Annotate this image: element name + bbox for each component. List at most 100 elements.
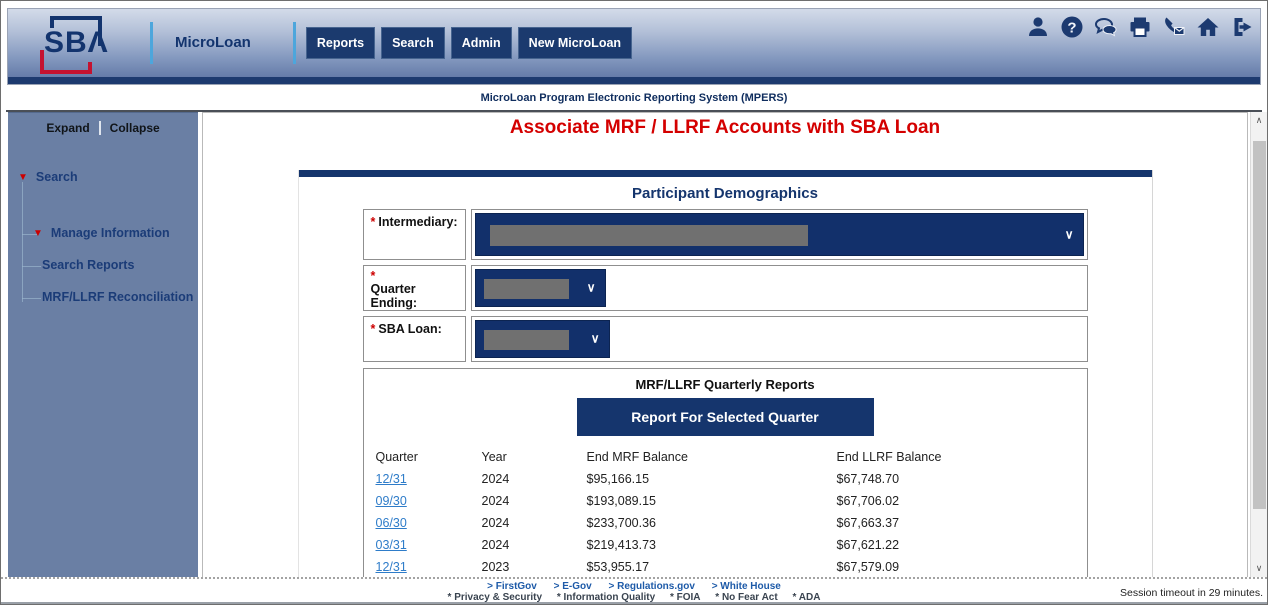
brand-divider: [150, 22, 153, 64]
sidebar-item-label[interactable]: MRF/LLRF Reconciliation: [42, 290, 193, 304]
quarter-ending-label-cell: *Quarter Ending:: [363, 265, 466, 311]
tree-expanded-icon[interactable]: ▼: [18, 172, 28, 183]
phone-icon[interactable]: [1161, 14, 1186, 39]
quarter-link[interactable]: 09/30: [376, 494, 407, 508]
col-header-quarter: Quarter: [376, 450, 482, 464]
nav-new-microloan-button[interactable]: New MicroLoan: [518, 27, 632, 59]
col-header-end-llrf-balance: End LLRF Balance: [837, 450, 1087, 464]
quarter-link[interactable]: 12/31: [376, 560, 407, 574]
quarter-ending-select[interactable]: ∨: [475, 269, 606, 307]
print-icon[interactable]: [1127, 14, 1152, 39]
form-row-quarter-ending: *Quarter Ending: ∨: [363, 265, 1088, 311]
nav-reports-button[interactable]: Reports: [306, 27, 375, 59]
scroll-up-arrow[interactable]: ∧: [1251, 112, 1268, 129]
footer: > FirstGov > E-Gov > Regulations.gov > W…: [1, 577, 1267, 604]
mrf-balance-cell: $53,955.17: [587, 560, 837, 574]
home-icon[interactable]: [1195, 14, 1220, 39]
scroll-down-arrow[interactable]: ∨: [1251, 560, 1268, 577]
table-header-row: Quarter Year End MRF Balance End LLRF Ba…: [364, 446, 1087, 468]
privacy-security-link[interactable]: * Privacy & Security: [448, 592, 543, 603]
sba-logo-text: SBΛ: [44, 26, 109, 60]
chat-icon[interactable]: [1093, 14, 1118, 39]
year-cell: 2024: [482, 472, 587, 486]
content-region: Expand Collapse ▼ Search ▼ Manage Inform…: [1, 112, 1267, 577]
quarter-ending-label: Quarter Ending:: [371, 282, 418, 310]
no-fear-act-link[interactable]: * No Fear Act: [715, 592, 777, 603]
egov-link[interactable]: > E-Gov: [554, 581, 592, 592]
llrf-balance-cell: $67,579.09: [837, 560, 1087, 574]
quarter-link[interactable]: 12/31: [376, 472, 407, 486]
header-nav: Reports Search Admin New MicroLoan: [306, 27, 632, 59]
chevron-down-icon: ∨: [1065, 227, 1074, 241]
sidebar-item-label[interactable]: Manage Information: [51, 226, 170, 240]
required-marker: *: [371, 215, 376, 229]
footer-policy-links: * Privacy & Security * Information Quali…: [1, 592, 1267, 603]
sidebar-item-search[interactable]: ▼ Search: [18, 170, 78, 184]
llrf-balance-cell: $67,748.70: [837, 472, 1087, 486]
redacted-value: [484, 330, 569, 350]
tree-connector: [22, 182, 23, 302]
nav-search-button[interactable]: Search: [381, 27, 445, 59]
report-for-selected-quarter-button[interactable]: Report For Selected Quarter: [577, 398, 874, 436]
intermediary-label-cell: *Intermediary:: [363, 209, 466, 260]
sidebar-item-search-reports[interactable]: Search Reports: [42, 258, 134, 272]
quarterly-reports-table: Quarter Year End MRF Balance End LLRF Ba…: [364, 446, 1087, 577]
mrf-balance-cell: $193,089.15: [587, 494, 837, 508]
form-row-sba-loan: *SBA Loan: ∨: [363, 316, 1088, 362]
form-row-intermediary: *Intermediary: ∨: [363, 209, 1088, 260]
sidebar-item-manage-information[interactable]: ▼ Manage Information: [33, 226, 170, 240]
logout-icon[interactable]: [1229, 14, 1254, 39]
scrollbar-thumb[interactable]: [1253, 141, 1266, 509]
intermediary-label: Intermediary:: [378, 215, 457, 229]
sba-loan-label: SBA Loan:: [378, 322, 441, 336]
app-title-strip: MicroLoan Program Electronic Reporting S…: [1, 85, 1267, 110]
sidebar-item-label[interactable]: Search Reports: [42, 258, 134, 272]
ada-link[interactable]: * ADA: [792, 592, 820, 603]
sba-loan-label-cell: *SBA Loan:: [363, 316, 466, 362]
llrf-balance-cell: $67,663.37: [837, 516, 1087, 530]
foia-link[interactable]: * FOIA: [670, 592, 701, 603]
quarterly-reports-box: MRF/LLRF Quarterly Reports Report For Se…: [363, 368, 1088, 577]
app-title: MicroLoan Program Electronic Reporting S…: [481, 92, 788, 104]
year-cell: 2024: [482, 538, 587, 552]
quarter-link[interactable]: 03/31: [376, 538, 407, 552]
page-title: Associate MRF / LLRF Accounts with SBA L…: [203, 117, 1247, 139]
vertical-scrollbar[interactable]: ∧ ∨: [1250, 112, 1267, 577]
form-area: *Intermediary: ∨ *Quarter Ending:: [363, 209, 1088, 362]
tree-expanded-icon[interactable]: ▼: [33, 228, 43, 239]
redacted-value: [490, 225, 808, 246]
mrf-balance-cell: $233,700.36: [587, 516, 837, 530]
participant-demographics-panel: Participant Demographics *Intermediary: …: [298, 170, 1153, 577]
quarter-link[interactable]: 06/30: [376, 516, 407, 530]
session-timeout-message: Session timeout in 29 minutes.: [1120, 587, 1263, 599]
llrf-balance-cell: $67,706.02: [837, 494, 1087, 508]
expand-link[interactable]: Expand: [37, 121, 98, 135]
collapse-link[interactable]: Collapse: [101, 121, 169, 135]
intermediary-select[interactable]: ∨: [475, 213, 1084, 256]
chevron-down-icon: ∨: [587, 280, 596, 294]
redacted-value: [484, 279, 569, 299]
sba-loan-value-cell: ∨: [471, 316, 1088, 362]
brand-divider: [293, 22, 296, 64]
table-row: 09/30 2024 $193,089.15 $67,706.02: [364, 490, 1087, 512]
regulations-link[interactable]: > Regulations.gov: [609, 581, 695, 592]
table-row: 06/30 2024 $233,700.36 $67,663.37: [364, 512, 1087, 534]
help-icon[interactable]: ?: [1059, 14, 1084, 39]
sidebar-item-label[interactable]: Search: [36, 170, 78, 184]
tree-connector: [22, 298, 41, 299]
user-icon[interactable]: [1025, 14, 1050, 39]
whitehouse-link[interactable]: > White House: [712, 581, 781, 592]
sidebar-toggle-bar: Expand Collapse: [8, 121, 198, 135]
col-header-year: Year: [482, 450, 587, 464]
sidebar-item-mrf-llrf-reconciliation[interactable]: MRF/LLRF Reconciliation: [42, 290, 193, 304]
llrf-balance-cell: $67,621.22: [837, 538, 1087, 552]
sba-loan-select[interactable]: ∨: [475, 320, 610, 358]
header-icon-bar: ?: [1025, 14, 1254, 39]
information-quality-link[interactable]: * Information Quality: [557, 592, 655, 603]
svg-text:?: ?: [1067, 19, 1076, 36]
nav-admin-button[interactable]: Admin: [451, 27, 512, 59]
section-title: Participant Demographics: [299, 185, 1152, 202]
firstgov-link[interactable]: > FirstGov: [487, 581, 537, 592]
main-content: Associate MRF / LLRF Accounts with SBA L…: [202, 112, 1248, 577]
scrollbar-track[interactable]: [1251, 129, 1267, 560]
